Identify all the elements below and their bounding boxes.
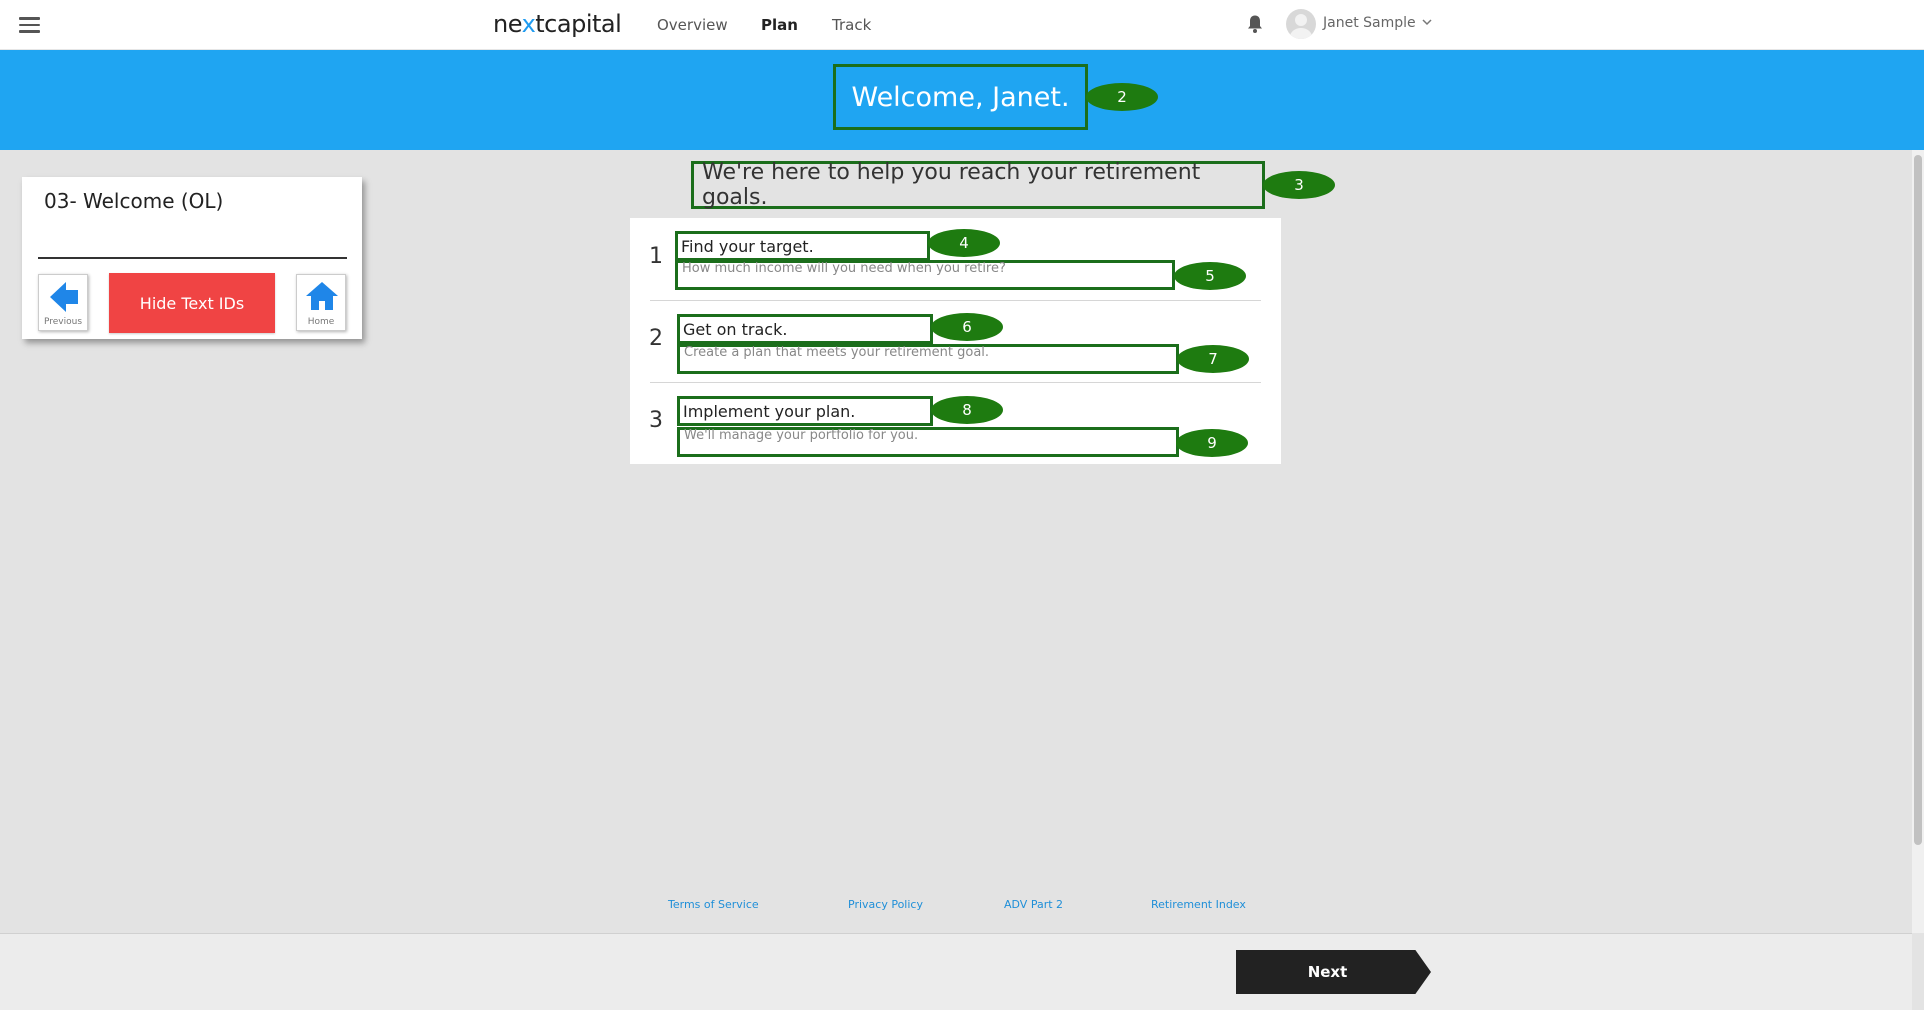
bell-icon[interactable] xyxy=(1246,14,1264,34)
user-name[interactable]: Janet Sample xyxy=(1323,15,1416,31)
text-id-badge: 9 xyxy=(1176,429,1248,457)
previous-label: Previous xyxy=(43,317,83,327)
arrow-left-icon xyxy=(50,282,78,312)
step-description: How much income will you need when you r… xyxy=(682,261,1006,276)
privacy-policy-link[interactable]: Privacy Policy xyxy=(848,898,923,911)
logo[interactable]: nextcapital xyxy=(493,10,622,38)
home-icon xyxy=(306,282,338,310)
welcome-heading-box: Welcome, Janet. xyxy=(833,64,1088,130)
hide-text-ids-button[interactable]: Hide Text IDs xyxy=(109,273,275,333)
panel-divider xyxy=(38,257,347,259)
nav-track[interactable]: Track xyxy=(832,16,871,34)
text-id-badge: 7 xyxy=(1177,345,1249,373)
text-id-badge: 8 xyxy=(931,396,1003,424)
text-id-badge: 5 xyxy=(1174,262,1246,290)
step-description-box: We'll manage your portfolio for you. xyxy=(677,427,1179,457)
step-description-box: How much income will you need when you r… xyxy=(675,260,1175,290)
step-number: 1 xyxy=(649,244,663,269)
next-button[interactable]: Next xyxy=(1236,950,1431,994)
step-title: Implement your plan. xyxy=(683,402,856,421)
top-nav: nextcapital Overview Plan Track Janet Sa… xyxy=(0,0,1924,50)
logo-text-pre: ne xyxy=(493,10,522,38)
nav-plan[interactable]: Plan xyxy=(761,16,798,34)
step-description-box: Create a plan that meets your retirement… xyxy=(677,344,1179,374)
step-divider xyxy=(650,300,1261,301)
text-id-badge: 6 xyxy=(931,313,1003,341)
home-label: Home xyxy=(307,317,335,327)
retirement-index-link[interactable]: Retirement Index xyxy=(1151,898,1246,911)
terms-of-service-link[interactable]: Terms of Service xyxy=(668,898,759,911)
text-id-panel: 03- Welcome (OL) Previous Hide Text IDs … xyxy=(22,177,362,339)
step-description: We'll manage your portfolio for you. xyxy=(684,428,919,443)
welcome-heading: Welcome, Janet. xyxy=(851,81,1070,113)
hamburger-icon[interactable] xyxy=(19,17,40,33)
logo-text-x: x xyxy=(521,10,536,38)
subtitle-box: We're here to help you reach your retire… xyxy=(691,160,1265,210)
text-id-badge: 3 xyxy=(1263,171,1335,199)
scrollbar-thumb[interactable] xyxy=(1914,155,1922,845)
avatar[interactable] xyxy=(1286,9,1316,39)
previous-button[interactable]: Previous xyxy=(38,274,88,331)
step-title-box: Find your target. xyxy=(675,231,930,261)
adv-part-2-link[interactable]: ADV Part 2 xyxy=(1004,898,1063,911)
text-id-badge: 4 xyxy=(928,229,1000,257)
step-title-box: Get on track. xyxy=(677,314,933,344)
step-title: Get on track. xyxy=(683,320,788,339)
logo-text-post: tcapital xyxy=(535,10,622,38)
text-id-badge: 2 xyxy=(1086,83,1158,111)
footer-bar xyxy=(0,934,1912,1010)
chevron-down-icon[interactable] xyxy=(1421,17,1433,27)
step-number: 3 xyxy=(649,408,663,433)
step-title: Find your target. xyxy=(681,237,814,256)
panel-title: 03- Welcome (OL) xyxy=(44,189,224,213)
step-number: 2 xyxy=(649,326,663,351)
step-title-box: Implement your plan. xyxy=(677,396,933,426)
subtitle-text: We're here to help you reach your retire… xyxy=(702,160,1201,210)
home-button[interactable]: Home xyxy=(296,274,346,331)
step-divider xyxy=(650,382,1261,383)
nav-overview[interactable]: Overview xyxy=(657,16,728,34)
step-description: Create a plan that meets your retirement… xyxy=(684,345,990,360)
